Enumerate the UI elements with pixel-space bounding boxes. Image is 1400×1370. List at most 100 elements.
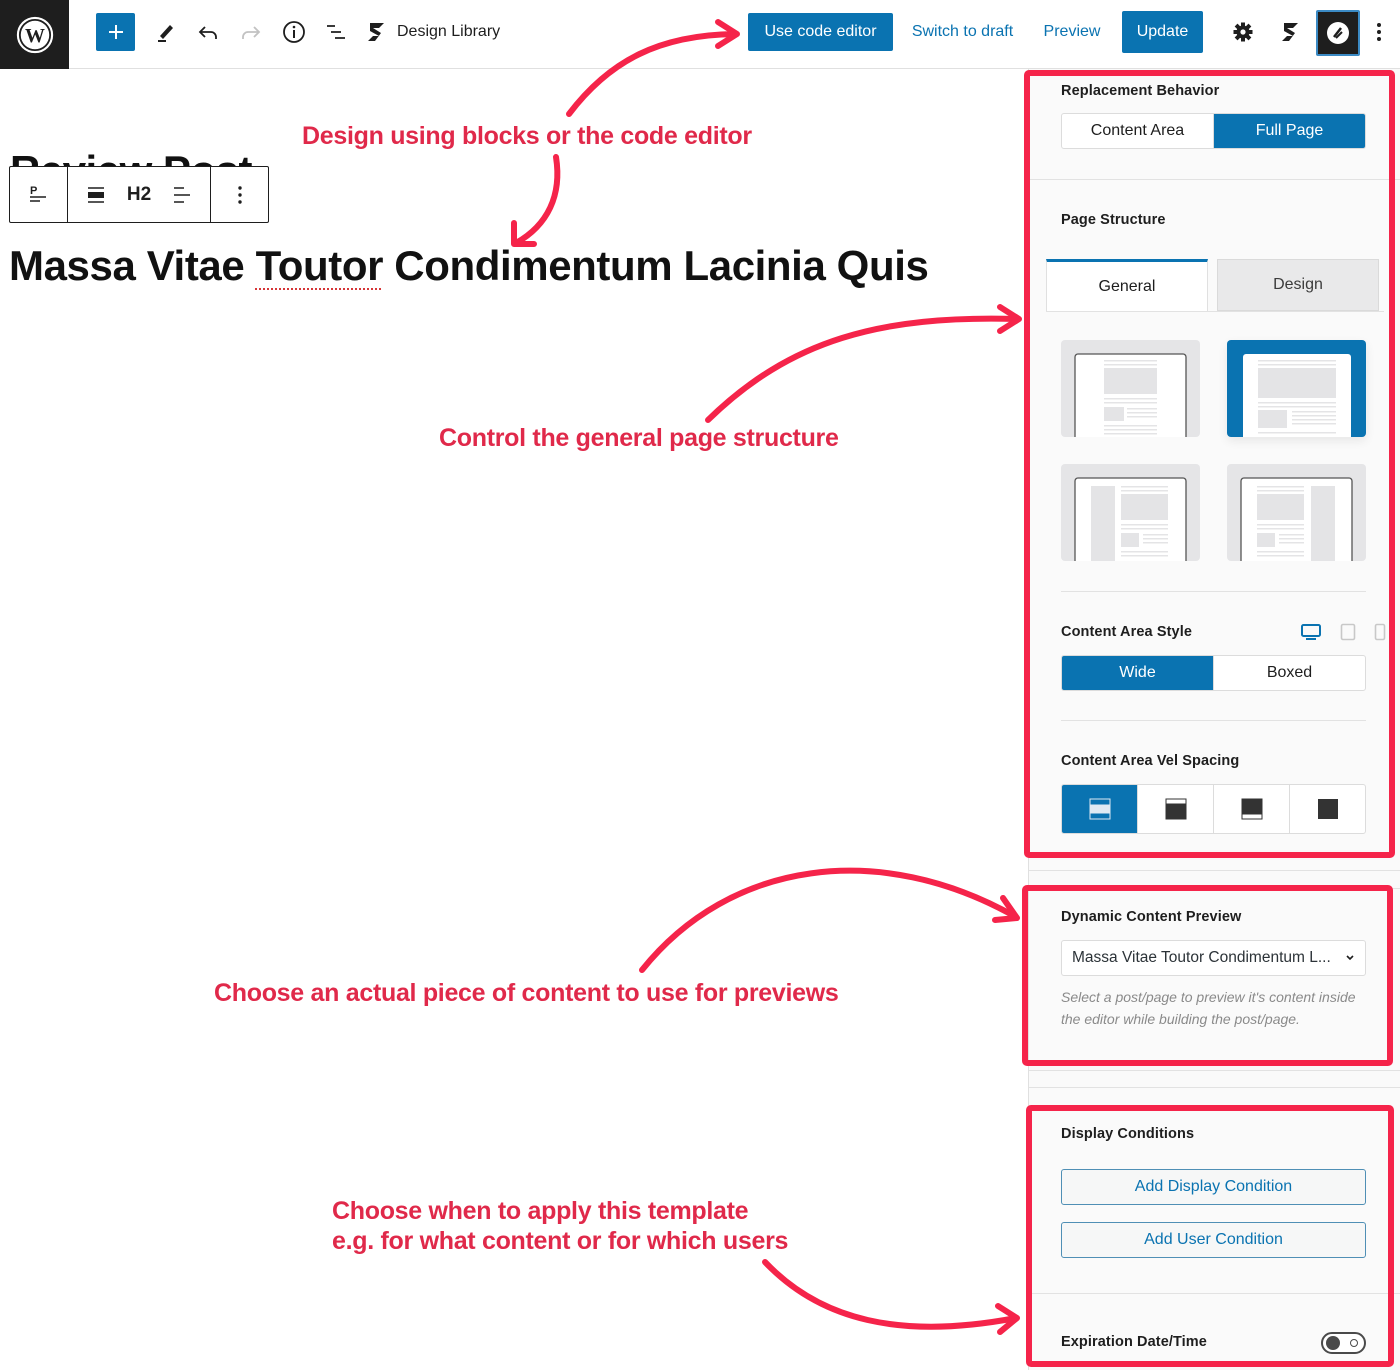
arrow-head	[995, 1303, 1020, 1335]
list-view-icon	[327, 25, 345, 39]
arrow-head	[997, 304, 1022, 334]
layout-boxed-icon	[1074, 353, 1187, 437]
page-structure-label: Page Structure	[1061, 212, 1166, 228]
plugin-logo-icon	[1327, 22, 1349, 44]
text-align-button[interactable]	[162, 167, 202, 222]
plus-icon	[108, 25, 123, 39]
content-area-option[interactable]: Content Area	[1062, 114, 1214, 148]
block-options-button[interactable]	[211, 167, 268, 222]
template-plugin-button[interactable]	[1316, 10, 1360, 56]
stackable-settings-button[interactable]	[1272, 14, 1308, 50]
heading-text: Massa Vitae	[9, 242, 256, 289]
align-wide-icon	[88, 186, 104, 203]
annotation-preview: Choose an actual piece of content to use…	[214, 979, 839, 1007]
spacing-none-option[interactable]	[1290, 785, 1365, 833]
mobile-device-button[interactable]	[1374, 623, 1386, 646]
toggle-knob	[1326, 1336, 1340, 1350]
undo-button[interactable]	[190, 14, 226, 50]
heading-block[interactable]: Massa Vitae Toutor Condimentum Lacinia Q…	[9, 242, 929, 290]
spacing-top-bottom-icon	[1089, 798, 1110, 820]
section-divider	[1029, 1087, 1400, 1088]
section-divider	[1029, 870, 1400, 871]
annotation-conditions-line1: Choose when to apply this template	[332, 1197, 749, 1225]
block-transform-button[interactable]: P	[10, 167, 67, 222]
replacement-behavior-toggle: Content Area Full Page	[1061, 113, 1366, 149]
tab-design[interactable]: Design	[1217, 259, 1379, 311]
mobile-icon	[1374, 623, 1386, 641]
section-divider	[1029, 1293, 1400, 1294]
spacing-top-only-option[interactable]	[1214, 785, 1290, 833]
arrow-to-page-structure	[705, 315, 1021, 423]
block-align-button[interactable]	[76, 167, 116, 222]
content-area-spacing-label: Content Area Vel Spacing	[1061, 753, 1240, 769]
spacing-bottom-icon	[1165, 798, 1186, 820]
add-display-condition-button[interactable]: Add Display Condition	[1061, 1169, 1366, 1205]
design-library-button[interactable]: Design Library	[365, 14, 500, 50]
wide-option[interactable]: Wide	[1062, 656, 1214, 690]
stackable-logo-icon	[1282, 23, 1298, 41]
arrow-to-display-conditions	[762, 1259, 1019, 1330]
content-area-style-toggle: Wide Boxed	[1061, 655, 1366, 691]
spacing-top-bottom-option[interactable]	[1062, 785, 1138, 833]
arrow-to-heading	[513, 154, 561, 246]
svg-text:P: P	[30, 185, 37, 197]
wordpress-logo-button[interactable]: W	[0, 0, 69, 69]
layout-option-no-sidebar-full[interactable]	[1227, 340, 1366, 437]
settings-button[interactable]	[1225, 14, 1261, 50]
spacing-bottom-only-option[interactable]	[1138, 785, 1214, 833]
tablet-icon	[1340, 623, 1356, 641]
desktop-device-button[interactable]	[1300, 623, 1322, 646]
block-inserter-button[interactable]	[96, 13, 135, 51]
block-transform-group: P	[10, 167, 68, 222]
tab-general[interactable]: General	[1046, 259, 1208, 311]
block-format-group: H2	[68, 167, 211, 222]
stackable-logo-icon	[368, 23, 384, 41]
tab-divider	[1046, 311, 1384, 312]
layout-right-sidebar-icon	[1240, 477, 1353, 561]
details-button[interactable]	[276, 14, 312, 50]
device-switcher	[1300, 623, 1386, 646]
use-code-editor-button[interactable]: Use code editor	[748, 13, 893, 51]
options-menu-button[interactable]	[1364, 14, 1394, 50]
switch-to-draft-button[interactable]: Switch to draft	[905, 13, 1020, 51]
undo-icon	[198, 26, 217, 39]
tablet-device-button[interactable]	[1340, 623, 1356, 646]
layout-option-no-sidebar-boxed[interactable]	[1061, 340, 1200, 437]
redo-button[interactable]	[233, 14, 269, 50]
layout-option-left-sidebar[interactable]	[1061, 464, 1200, 561]
dynamic-content-preview-label: Dynamic Content Preview	[1061, 909, 1242, 925]
replacement-behavior-label: Replacement Behavior	[1061, 83, 1220, 99]
toggle-off-indicator	[1350, 1339, 1358, 1347]
preview-content-select[interactable]: Massa Vitae Toutor Condimentum L...	[1061, 940, 1366, 976]
wordpress-icon: W	[16, 16, 53, 53]
annotation-design: Design using blocks or the code editor	[302, 122, 752, 150]
section-divider	[1061, 720, 1366, 721]
content-area-style-label: Content Area Style	[1061, 624, 1192, 640]
chevron-down-icon	[1346, 955, 1354, 961]
section-divider	[1029, 179, 1400, 180]
list-view-button[interactable]	[318, 14, 354, 50]
layout-option-right-sidebar[interactable]	[1227, 464, 1366, 561]
section-divider	[1029, 1070, 1400, 1071]
display-conditions-label: Display Conditions	[1061, 1126, 1195, 1142]
update-button[interactable]: Update	[1122, 11, 1203, 53]
pencil-icon	[158, 25, 173, 42]
full-page-option[interactable]: Full Page	[1214, 114, 1365, 148]
spacing-none-icon	[1317, 799, 1338, 819]
preview-button[interactable]: Preview	[1038, 13, 1106, 51]
tools-button[interactable]	[148, 14, 184, 50]
add-user-condition-button[interactable]: Add User Condition	[1061, 1222, 1366, 1258]
spacing-top-icon	[1241, 798, 1262, 820]
replacement-behavior-section: Replacement Behavior Content Area Full P…	[1029, 69, 1400, 179]
annotation-structure: Control the general page structure	[439, 424, 839, 452]
expiration-toggle[interactable]	[1321, 1332, 1366, 1354]
info-icon	[283, 21, 305, 43]
boxed-option[interactable]: Boxed	[1214, 656, 1365, 690]
section-divider	[1061, 591, 1366, 592]
arrow-head	[992, 895, 1020, 923]
block-more-group	[211, 167, 268, 222]
paragraph-heading-icon: P	[29, 185, 46, 202]
post-title[interactable]: Review Post	[10, 140, 252, 168]
heading-level-button[interactable]: H2	[116, 167, 162, 222]
redo-icon	[242, 26, 261, 39]
